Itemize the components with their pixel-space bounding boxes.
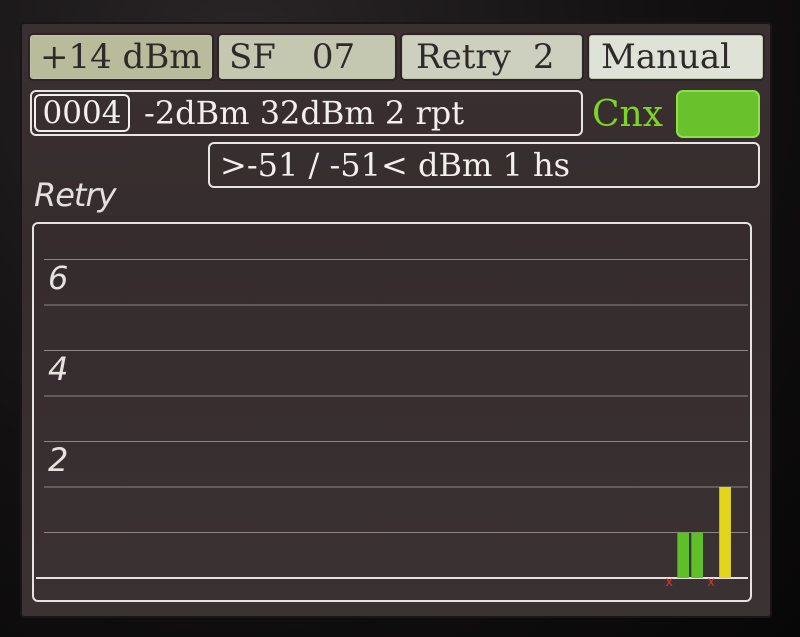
retry-bar [691,532,704,578]
sf-label: SF [229,37,276,77]
spreading-factor-button[interactable]: SF 07 [217,33,397,81]
chart-title: Retry [34,176,117,214]
y-tick-label: 2 [48,441,68,479]
connection-indicator [676,90,760,138]
retry-bar [719,487,731,578]
device-bezel: +14 dBm SF 07 Retry 2 Manual 0004 -2dBm 32… [0,0,800,637]
lcd-screen: +14 dBm SF 07 Retry 2 Manual 0004 -2dBm 32… [20,22,772,618]
fail-marker: x [665,575,673,590]
link-info-box: 0004 -2dBm 32dBm 2 rpt [30,90,583,136]
y-tick-label: 4 [48,350,68,388]
retry-button[interactable]: Retry 2 [400,33,584,81]
tx-power-button[interactable]: +14 dBm [28,33,214,81]
rssi-info-box: >-51 / -51< dBm 1 hs [208,142,760,188]
link-info-text: -2dBm 32dBm 2 rpt [144,94,465,132]
retry-bar [677,532,690,578]
y-tick-label: 6 [48,259,68,297]
sf-value: 07 [311,37,356,77]
mode-button[interactable]: Manual [587,33,765,81]
packet-id: 0004 [34,94,130,132]
retry-label: Retry [416,37,511,77]
connection-label: Cnx [592,94,664,135]
retry-value: 2 [532,37,555,77]
retry-chart: 2 4 6 x x [32,222,752,602]
retry-chart-svg: 2 4 6 x x [36,259,748,590]
fail-marker: x [707,575,715,590]
